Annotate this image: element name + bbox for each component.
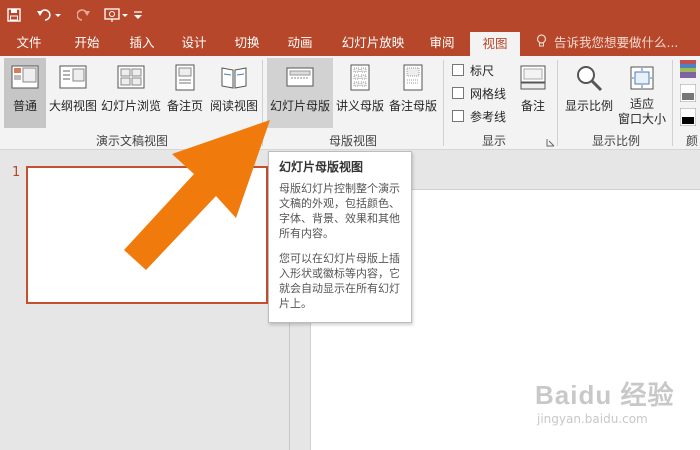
notes-label: 备注 — [520, 99, 545, 113]
tab-home[interactable]: 开始 — [62, 30, 112, 56]
outline-view-button[interactable]: 大纲视图 — [48, 58, 98, 128]
gridlines-checkbox-box[interactable] — [452, 87, 464, 99]
normal-view-label: 普通 — [12, 99, 37, 113]
slide-number: 1 — [12, 165, 21, 180]
fit-to-window-label: 适应 窗口大小 — [617, 97, 666, 126]
guides-label: 参考线 — [470, 109, 507, 124]
slide-master-icon — [285, 63, 315, 96]
tab-view[interactable]: 视图 — [470, 32, 520, 56]
ruler-checkbox-box[interactable] — [452, 64, 464, 76]
gridlines-checkbox[interactable]: 网格线 — [452, 84, 506, 102]
ribbon-tab-bar: 文件 开始 插入 设计 切换 动画 幻灯片放映 审阅 视图 告诉我您想要做什么.… — [0, 30, 700, 56]
tooltip-paragraph: 母版幻灯片控制整个演示文稿的外观，包括颜色、字体、背景、效果和其他所有内容。 — [279, 182, 400, 240]
tab-transitions[interactable]: 切换 — [222, 30, 272, 56]
title-bar — [0, 0, 700, 30]
color-swatch-button[interactable] — [680, 60, 696, 78]
handout-master-icon — [345, 63, 375, 96]
tab-slideshow[interactable]: 幻灯片放映 — [333, 30, 413, 56]
group-label-color: 颜 — [685, 134, 698, 148]
ruler-checkbox[interactable]: 标尺 — [452, 61, 494, 79]
notes-master-icon — [398, 63, 428, 96]
group-label-zoom: 显示比例 — [591, 134, 640, 148]
save-icon[interactable] — [4, 4, 24, 26]
tell-me-search[interactable]: 告诉我您想要做什么... — [536, 30, 678, 56]
group-label-show: 显示 — [481, 134, 506, 148]
normal-view-icon — [10, 63, 40, 96]
tooltip-title: 幻灯片母版视图 — [279, 160, 364, 174]
slide-sorter-icon — [116, 63, 146, 96]
separator — [557, 60, 558, 146]
handout-master-button[interactable]: 讲义母版 — [334, 58, 386, 128]
tooltip-paragraph: 您可以在幻灯片母版上插入形状或徽标等内容，它就会自动显示在所有幻灯片上。 — [279, 252, 400, 310]
notes-master-label: 备注母版 — [388, 99, 437, 113]
fit-to-window-icon — [627, 63, 657, 96]
undo-icon[interactable] — [34, 4, 64, 26]
slide-master-tooltip: 幻灯片母版视图 母版幻灯片控制整个演示文稿的外观，包括颜色、字体、背景、效果和其… — [268, 151, 412, 323]
fit-to-window-button[interactable]: 适应 窗口大小 — [617, 58, 667, 130]
grayscale-button[interactable] — [679, 83, 697, 103]
black-white-button[interactable] — [679, 107, 697, 127]
outline-view-label: 大纲视图 — [48, 99, 97, 113]
tell-me-text: 告诉我您想要做什么... — [553, 35, 679, 50]
tab-animations[interactable]: 动画 — [276, 30, 324, 56]
reading-view-icon — [219, 63, 249, 96]
group-label-master-views: 母版视图 — [328, 134, 377, 148]
normal-view-button[interactable]: 普通 — [4, 58, 46, 128]
guides-checkbox-box[interactable] — [452, 110, 464, 122]
tab-file[interactable]: 文件 — [6, 30, 52, 56]
watermark-logo: Baidu 经验 — [535, 380, 675, 410]
guides-checkbox[interactable]: 参考线 — [452, 107, 506, 125]
ruler-label: 标尺 — [470, 63, 495, 78]
notes-button[interactable]: 备注 — [512, 58, 554, 128]
watermark: Baidu 经验 jingyan.baidu.com — [535, 375, 674, 426]
handout-master-label: 讲义母版 — [335, 99, 384, 113]
magnifier-icon — [574, 63, 604, 96]
lightbulb-icon — [536, 31, 550, 57]
show-dialog-launcher-icon[interactable] — [546, 136, 555, 150]
zoom-label: 显示比例 — [564, 99, 613, 113]
pointer-arrow-icon — [124, 120, 270, 270]
redo-icon[interactable] — [74, 4, 94, 26]
tab-insert[interactable]: 插入 — [118, 30, 166, 56]
separator — [443, 60, 444, 146]
gridlines-label: 网格线 — [470, 86, 507, 101]
tab-design[interactable]: 设计 — [170, 30, 218, 56]
watermark-url: jingyan.baidu.com — [537, 412, 648, 426]
zoom-button[interactable]: 显示比例 — [561, 58, 617, 128]
notes-master-button[interactable]: 备注母版 — [387, 58, 439, 128]
notes-page-icon — [170, 63, 200, 96]
ribbon: 普通 大纲视图 幻灯片浏览 备注页 阅读视图 演示文稿视图 幻灯片母版 讲义母版… — [0, 56, 700, 150]
customize-toolbar-icon[interactable] — [132, 4, 144, 26]
tab-review[interactable]: 审阅 — [419, 30, 465, 56]
present-from-start-icon[interactable] — [103, 4, 131, 26]
outline-view-icon — [58, 63, 88, 96]
separator — [672, 60, 673, 146]
notes-icon — [518, 63, 548, 96]
